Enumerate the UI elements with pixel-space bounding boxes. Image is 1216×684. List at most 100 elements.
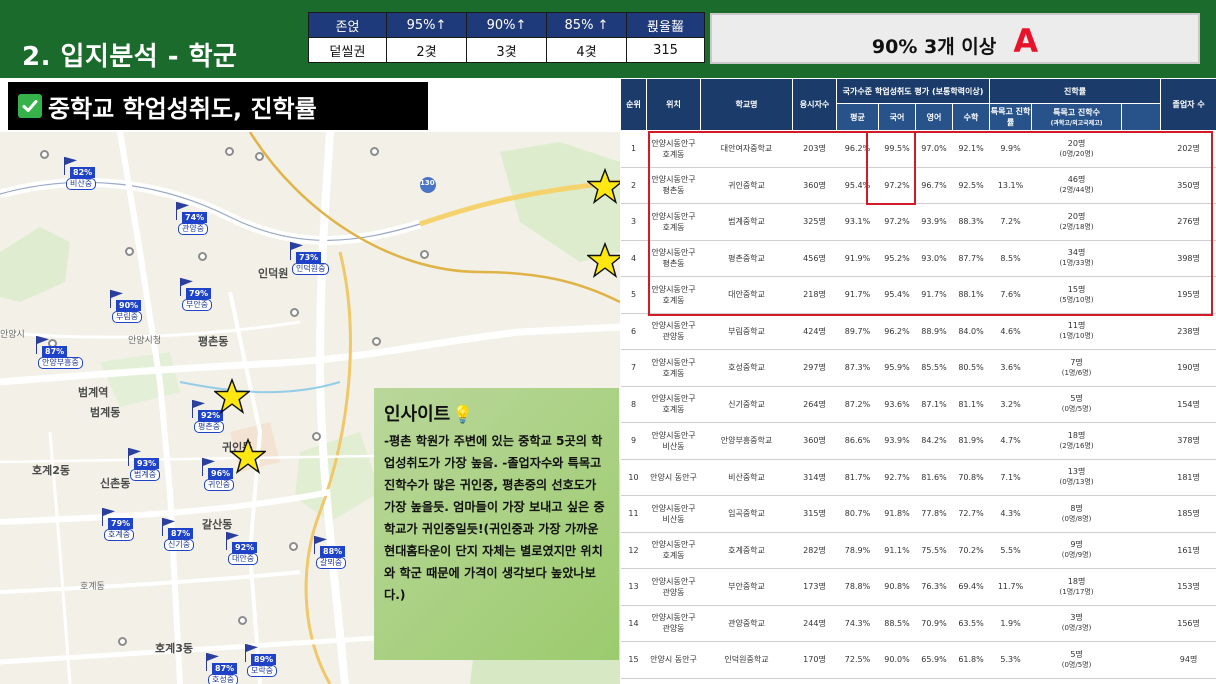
cell-applicants: 360명 (792, 422, 837, 460)
summary-header-cell: 퓑율齧 (626, 12, 705, 38)
cell-english: 88.9% (915, 313, 953, 350)
cell-location: 안양시동안구 비산동 (646, 422, 701, 460)
cell-rank: 3 (620, 203, 647, 241)
cell-graduates: 156명 (1160, 605, 1216, 642)
star-icon (587, 168, 623, 204)
cell-spacer (1121, 203, 1161, 241)
cell-korean: 95.4% (878, 276, 916, 314)
cell-graduates: 378명 (1160, 422, 1216, 460)
insight-box: 인사이트 💡 -평촌 학원가 주변에 있는 중학교 5곳의 학업성취도가 가장 높… (374, 388, 619, 660)
cell-spacer (1121, 641, 1161, 679)
cell-english: 81.6% (915, 459, 953, 496)
star-icon (214, 378, 250, 414)
cell-graduates: 181명 (1160, 459, 1216, 496)
cell-applicants: 360명 (792, 167, 837, 204)
cell-location: 안양시동안구 비산동 (646, 495, 701, 533)
col-header-english: 영어 (915, 103, 953, 131)
cell-applicants: 325명 (792, 203, 837, 241)
cell-special-count: 20명 (0명/20명) (1031, 130, 1122, 168)
cell-spacer (1121, 240, 1161, 277)
cell-applicants: 173명 (792, 568, 837, 606)
pin-percent: 74% (182, 212, 208, 223)
table-row: 11 안양시동안구 비산동 임곡중학교 315명 80.7% 91.8% 77.8% 72.7… (620, 495, 1216, 533)
cell-rank: 13 (620, 568, 647, 606)
cell-special-count: 11명 (1명/10명) (1031, 313, 1122, 350)
pin-school-name: 호성중 (208, 674, 239, 684)
special-count-value: 11명 (1067, 321, 1086, 331)
cell-math: 72.7% (952, 495, 990, 533)
special-count-breakdown: (0명/5명) (1061, 660, 1092, 669)
map-poi-icon (238, 616, 247, 625)
special-count-breakdown: (0명/5명) (1061, 405, 1092, 414)
cell-applicants: 456명 (792, 240, 837, 277)
special-count-breakdown: (0명/9명) (1061, 551, 1092, 560)
special-count-breakdown: (0명/13명) (1059, 478, 1094, 487)
cell-rank: 9 (620, 422, 647, 460)
pin-school-name: 범계중 (130, 469, 161, 481)
pin-percent: 93% (134, 458, 160, 469)
cell-avg: 95.4% (836, 167, 879, 204)
table-row: 4 안양시동안구 평촌동 평촌중학교 456명 91.9% 95.2% 93.0% 87.7%… (620, 240, 1216, 277)
cell-location: 안양시동안구 호계동 (646, 349, 701, 387)
pin-school-name: 평촌중 (194, 421, 225, 433)
map-poi-icon (312, 432, 321, 441)
insight-heading: 인사이트 💡 (384, 400, 611, 426)
cell-special-count: 9명 (0명/9명) (1031, 532, 1122, 569)
cell-english: 70.9% (915, 605, 953, 642)
cell-special-count: 18명 (1명/17명) (1031, 568, 1122, 606)
cell-special-rate: 11.7% (989, 568, 1032, 606)
cell-english: 93.0% (915, 240, 953, 277)
cell-school: 귀인중학교 (700, 167, 793, 204)
cell-spacer (1121, 313, 1161, 350)
cell-korean: 88.5% (878, 605, 916, 642)
cell-avg: 81.7% (836, 459, 879, 496)
cell-graduates: 350명 (1160, 167, 1216, 204)
pin-percent: 87% (42, 346, 68, 357)
cell-school: 안양부흥중학교 (700, 422, 793, 460)
slide-title: 2. 입지분석 - 학군 (22, 42, 238, 72)
pin-school-name: 인덕원중 (292, 263, 330, 275)
cell-math: 81.9% (952, 422, 990, 460)
pin-school-name: 관양중 (178, 223, 209, 235)
special-count-value: 20명 (1067, 211, 1086, 221)
cell-math: 69.4% (952, 568, 990, 606)
cell-korean: 93.9% (878, 422, 916, 460)
cell-applicants: 297명 (792, 349, 837, 387)
school-table-panel: 순위 위치 학교명 응시자수 국가수준 학업성취도 평가 (보통학력이상) 진학… (620, 78, 1216, 684)
cell-rank: 11 (620, 495, 647, 533)
cell-location: 안양시 동안구 (646, 459, 701, 496)
flag-icon (176, 202, 177, 220)
cell-special-rate: 7.1% (989, 459, 1032, 496)
summary-value-cell: 4겿 (546, 37, 627, 63)
col-header-applicants: 응시자수 (792, 78, 837, 131)
cell-english: 91.7% (915, 276, 953, 314)
cell-applicants: 203명 (792, 130, 837, 168)
cell-math: 92.1% (952, 130, 990, 168)
special-count-value: 5명 (1070, 649, 1083, 659)
cell-location: 안양시동안구 관양동 (646, 568, 701, 606)
cell-special-rate: 7.6% (989, 276, 1032, 314)
cell-rank: 7 (620, 349, 647, 387)
verdict-grade: A (1013, 22, 1039, 60)
cell-english: 85.5% (915, 349, 953, 387)
cell-rank: 12 (620, 532, 647, 569)
cell-school: 호성중학교 (700, 349, 793, 387)
cell-spacer (1121, 495, 1161, 533)
cell-graduates: 238명 (1160, 313, 1216, 350)
pin-school-name: 모락중 (247, 665, 278, 677)
cell-special-count: 13명 (0명/13명) (1031, 459, 1122, 496)
table-row: 3 안양시동안구 호계동 범계중학교 325명 93.1% 97.2% 93.9% 88.3%… (620, 203, 1216, 241)
cell-avg: 72.5% (836, 641, 879, 679)
cell-graduates: 195명 (1160, 276, 1216, 314)
cell-spacer (1121, 349, 1161, 387)
special-count-value: 18명 (1067, 576, 1086, 586)
cell-avg: 80.7% (836, 495, 879, 533)
special-count-value: 46명 (1067, 175, 1086, 185)
cell-rank: 4 (620, 240, 647, 277)
special-count-breakdown: (1명/17명) (1059, 587, 1094, 596)
special-count-breakdown: (0명/20명) (1059, 149, 1094, 158)
col-header-school: 학교명 (700, 78, 793, 131)
map-poi-icon (290, 308, 299, 317)
cell-rank: 10 (620, 459, 647, 496)
map-poi-icon (125, 247, 134, 256)
